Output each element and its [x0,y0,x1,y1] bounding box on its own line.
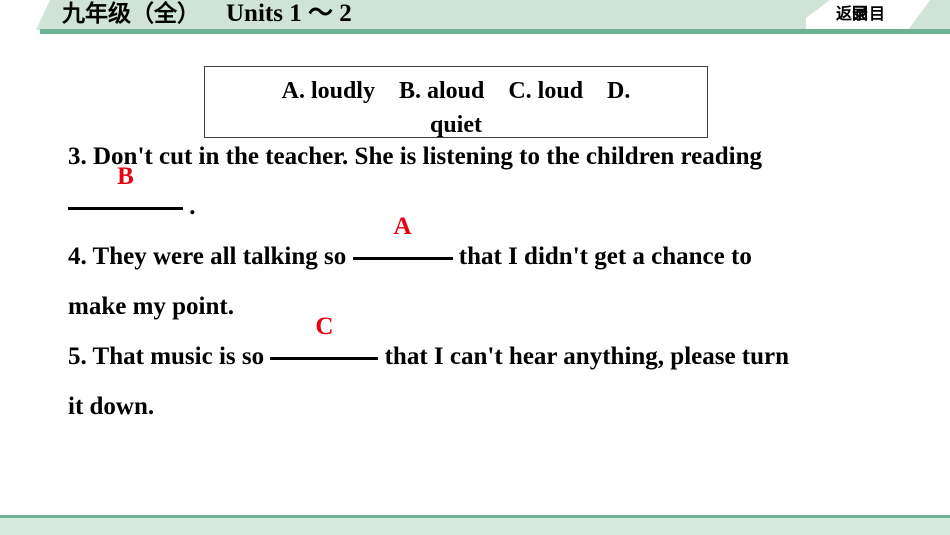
question-4-answer: A [393,213,412,240]
question-4-text-after: that I didn't get a chance to [458,243,752,270]
page-title: 九年级（全） Units 1 ～ 2 [62,0,352,30]
question-5-text-after: that I can't hear anything, please turn [384,343,790,370]
questions-container: 3. Don't cut in the teacher. She is list… [68,132,898,432]
question-5-blank[interactable]: C [270,313,379,382]
question-4-text-before: 4. They were all talking so [68,243,347,270]
back-button-char-3: 录 [852,4,869,23]
question-3-line-2-tail: . [189,193,196,220]
page-title-grade: 九年级（全） [62,1,200,27]
header-band-slant [790,0,830,30]
question-5-text-before: 5. That music is so [68,343,265,370]
question-5-blank-rule [270,356,379,360]
options-line-1: A. loudly B. aloud C. loud D. [281,78,631,104]
question-3-blank[interactable]: B [68,163,183,232]
question-4-blank-rule [352,256,453,260]
back-button-char-1: 返 [836,4,853,23]
header-band-right [908,0,950,30]
page-title-units: Units 1 ～ 2 [226,0,352,27]
question-5-answer: C [315,313,334,340]
question-4-line-2: make my point. [68,293,234,320]
back-button-overlap-group: 回录 [852,1,869,27]
page-footer [0,515,950,535]
back-to-contents-button[interactable]: 返回录目 [836,1,885,27]
question-3-line-2: B . [68,163,898,232]
question-5-line-2: it down. [68,393,155,420]
question-3: 3. Don't cut in the teacher. She is list… [68,132,898,232]
question-3-answer: B [117,163,134,190]
page-header: 九年级（全） Units 1 ～ 2 返回录目 [0,0,950,36]
question-5-line-1: 5. That music is so C that I can't hear … [68,313,898,382]
question-5: 5. That music is so C that I can't hear … [68,313,898,432]
question-3-line-1: 3. Don't cut in the teacher. She is list… [68,143,763,170]
answer-options-box: A. loudly B. aloud C. loud D. quiet [204,66,708,138]
question-4-blank[interactable]: A [352,213,453,282]
question-4: 4. They were all talking so A that I did… [68,213,898,332]
question-4-line-1: 4. They were all talking so A that I did… [68,213,898,282]
back-button-char-4: 目 [869,4,886,23]
question-3-blank-rule [68,206,183,210]
